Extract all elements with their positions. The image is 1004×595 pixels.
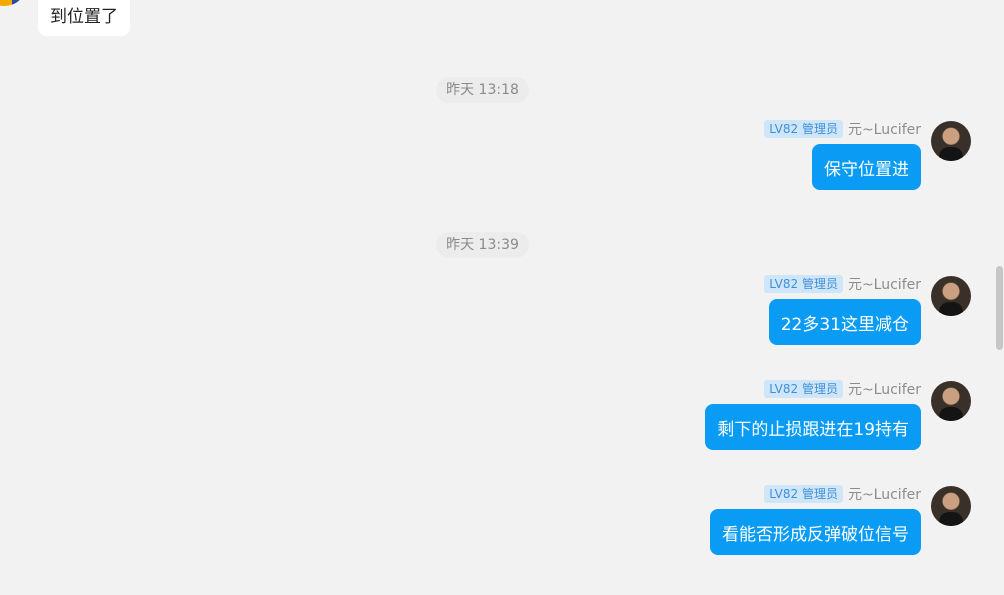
chat-message-list[interactable]: 到位置了 昨天 13:18 LV82 管理员 元~Lucifer 保守位置进 昨…	[0, 0, 995, 595]
outgoing-message-bubble[interactable]: 22多31这里减仓	[768, 299, 921, 345]
scrollbar-thumb[interactable]	[996, 266, 1003, 350]
incoming-message-bubble[interactable]: 到位置了	[38, 0, 130, 36]
outgoing-message-bubble[interactable]: 剩下的止损跟进在19持有	[705, 404, 921, 450]
sender-avatar[interactable]	[931, 276, 971, 316]
message-text: 到位置了	[50, 6, 118, 27]
message-text: 22多31这里减仓	[780, 314, 909, 335]
level-badge: LV82 管理员	[764, 275, 843, 293]
timestamp: 昨天 13:39	[436, 232, 529, 258]
level-badge: LV82 管理员	[764, 485, 843, 503]
incoming-avatar[interactable]	[0, 0, 24, 6]
sender-avatar[interactable]	[931, 121, 971, 161]
sender-avatar[interactable]	[931, 486, 971, 526]
sender-meta: LV82 管理员 元~Lucifer	[764, 379, 921, 399]
message-text: 看能否形成反弹破位信号	[722, 524, 909, 545]
outgoing-message-bubble[interactable]: 保守位置进	[812, 144, 921, 190]
sender-name[interactable]: 元~Lucifer	[848, 379, 921, 399]
message-text: 剩下的止损跟进在19持有	[717, 419, 909, 440]
sender-name[interactable]: 元~Lucifer	[848, 119, 921, 139]
timestamp: 昨天 13:18	[436, 77, 529, 103]
sender-meta: LV82 管理员 元~Lucifer	[764, 119, 921, 139]
level-badge: LV82 管理员	[764, 120, 843, 138]
vertical-scrollbar[interactable]	[995, 0, 1004, 595]
outgoing-message-bubble[interactable]: 看能否形成反弹破位信号	[710, 509, 921, 555]
sender-name[interactable]: 元~Lucifer	[848, 484, 921, 504]
sender-name[interactable]: 元~Lucifer	[848, 274, 921, 294]
sender-meta: LV82 管理员 元~Lucifer	[764, 274, 921, 294]
sender-avatar[interactable]	[931, 381, 971, 421]
level-badge: LV82 管理员	[764, 380, 843, 398]
message-text: 保守位置进	[824, 159, 909, 180]
sender-meta: LV82 管理员 元~Lucifer	[764, 484, 921, 504]
